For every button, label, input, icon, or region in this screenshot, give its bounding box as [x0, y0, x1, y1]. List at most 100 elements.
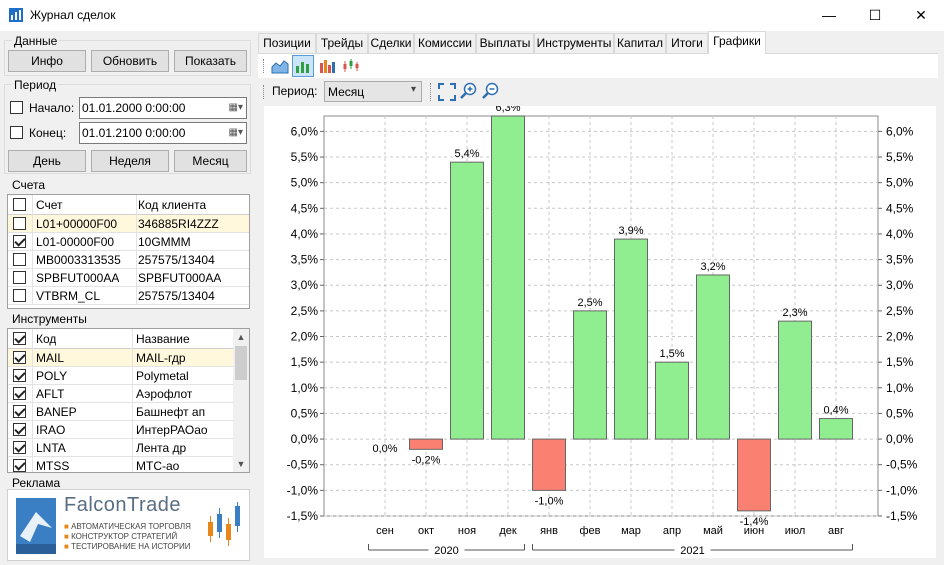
instrument-row[interactable]: AFLT Аэрофлот: [8, 385, 233, 403]
bar: [491, 115, 525, 440]
account-checkbox[interactable]: [13, 271, 26, 284]
calendar-dropdown-icon[interactable]: ▦▾: [229, 98, 243, 118]
instrument-row[interactable]: BANEP Башнефт ап: [8, 403, 233, 421]
instrument-checkbox[interactable]: [13, 387, 26, 400]
account-cell: MB0003313535: [36, 253, 121, 267]
name-column-header[interactable]: Название: [136, 330, 190, 348]
instruments-scrollbar[interactable]: ▲ ▼: [233, 329, 249, 472]
instrument-checkbox[interactable]: [13, 459, 26, 472]
month-button[interactable]: Месяц: [174, 150, 247, 172]
account-row[interactable]: MB0003313535 257575/13404: [8, 251, 249, 269]
ad-lines: ■ АВТОМАТИЧЕСКАЯ ТОРГОВЛЯ ■ КОНСТРУКТОР …: [64, 522, 191, 552]
x-tick-label: янв: [540, 525, 558, 537]
instrument-checkbox[interactable]: [13, 351, 26, 364]
start-label: Начало:: [29, 101, 75, 115]
instrument-checkbox[interactable]: [13, 441, 26, 454]
account-row[interactable]: VTBRM_CL 257575/13404: [8, 287, 249, 305]
tab-4[interactable]: Выплаты: [476, 33, 534, 53]
start-checkbox[interactable]: [10, 101, 23, 114]
monthly-returns-chart: 6,0% 6,0% 5,5% 5,5% 5,0% 5,0% 4,5% 4,5% 4,0% 4,0%…: [287, 102, 918, 557]
info-button[interactable]: Инфо: [8, 50, 86, 72]
instrument-checkbox[interactable]: [13, 423, 26, 436]
window-title: Журнал сделок: [30, 8, 116, 22]
account-checkbox[interactable]: [13, 253, 26, 266]
tab-3[interactable]: Комиссии: [414, 33, 476, 53]
end-date-field[interactable]: 01.01.2100 0:00:00 ▦▾: [79, 122, 247, 144]
select-all-instruments-checkbox[interactable]: [13, 332, 26, 345]
end-label: Конец:: [29, 126, 67, 140]
scroll-down-icon[interactable]: ▼: [233, 456, 249, 472]
y-tick-label-right: 5,5%: [886, 150, 914, 164]
refresh-button[interactable]: Обновить: [91, 50, 169, 72]
tab-1[interactable]: Трейды: [316, 33, 368, 53]
select-all-accounts-checkbox[interactable]: [13, 198, 26, 211]
maximize-button[interactable]: ☐: [852, 0, 898, 31]
period-select-label: Период:: [272, 84, 318, 98]
tab-5[interactable]: Инструменты: [534, 33, 614, 53]
instrument-checkbox[interactable]: [13, 405, 26, 418]
account-row[interactable]: L01+00000F00 346885RI4ZZZ: [8, 215, 249, 233]
period-select[interactable]: Месяц ▾: [324, 81, 422, 102]
client-cell: 10GMMM: [138, 235, 191, 249]
ad-banner[interactable]: FalconTrade ■ АВТОМАТИЧЕСКАЯ ТОРГОВЛЯ ■ …: [7, 489, 250, 561]
account-checkbox[interactable]: [13, 235, 26, 248]
multi-bar-chart-icon[interactable]: [319, 57, 337, 75]
instrument-row[interactable]: MAIL MAIL-гдр: [8, 349, 233, 367]
instruments-group-label: Инструменты: [12, 312, 87, 326]
show-button[interactable]: Показать: [174, 50, 247, 72]
y-tick-label-left: 4,0%: [291, 227, 319, 241]
minimize-button[interactable]: —: [806, 0, 852, 31]
account-checkbox[interactable]: [13, 289, 26, 302]
day-button[interactable]: День: [8, 150, 86, 172]
bar-value-label: 3,9%: [618, 225, 643, 237]
client-column-header[interactable]: Код клиента: [138, 196, 206, 214]
fit-all-icon[interactable]: [438, 83, 456, 101]
end-checkbox[interactable]: [10, 126, 23, 139]
instrument-row[interactable]: LNTA Лента др: [8, 439, 233, 457]
instrument-row[interactable]: POLY Polymetal: [8, 367, 233, 385]
instrument-row[interactable]: MTSS МТС-ао: [8, 457, 233, 472]
app-icon: [9, 8, 23, 22]
accounts-header: Счет Код клиента: [8, 195, 249, 215]
week-button[interactable]: Неделя: [91, 150, 169, 172]
instrument-row[interactable]: IRAO ИнтерРАОао: [8, 421, 233, 439]
scroll-up-icon[interactable]: ▲: [233, 329, 249, 345]
code-column-header[interactable]: Код: [36, 330, 56, 348]
y-tick-label-right: -0,5%: [886, 458, 918, 472]
close-button[interactable]: ✕: [898, 0, 944, 31]
zoom-in-icon[interactable]: [460, 82, 478, 100]
instrument-code-cell: POLY: [36, 369, 68, 383]
ad-line: ■ КОНСТРУКТОР СТРАТЕГИЙ: [64, 532, 178, 541]
bar-value-label: 1,5%: [659, 348, 684, 360]
instrument-name-cell: Polymetal: [136, 369, 189, 383]
bar: [696, 274, 730, 440]
tab-7[interactable]: Итоги: [666, 33, 708, 53]
y-tick-label-right: 4,0%: [886, 227, 914, 241]
y-tick-label-right: 5,0%: [886, 176, 914, 190]
tab-2[interactable]: Сделки: [368, 33, 414, 53]
instrument-name-cell: Аэрофлот: [136, 387, 193, 401]
x-tick-label: авг: [828, 525, 844, 537]
start-date-field[interactable]: 01.01.2000 0:00:00 ▦▾: [79, 97, 247, 119]
y-tick-label-left: 0,5%: [291, 406, 319, 420]
scroll-thumb[interactable]: [235, 346, 247, 380]
instrument-code-cell: IRAO: [36, 423, 66, 437]
area-chart-icon[interactable]: [271, 57, 289, 75]
account-cell: SPBFUT000AA: [36, 271, 120, 285]
account-row[interactable]: SPBFUT000AA SPBFUT000AA: [8, 269, 249, 287]
y-tick-label-left: 5,0%: [291, 176, 319, 190]
instrument-checkbox[interactable]: [13, 369, 26, 382]
chevron-down-icon: ▾: [410, 84, 416, 95]
tab-0[interactable]: Позиции: [258, 33, 316, 53]
account-checkbox[interactable]: [13, 217, 26, 230]
account-column-header[interactable]: Счет: [36, 196, 63, 214]
tab-8[interactable]: Графики: [708, 31, 766, 54]
instrument-code-cell: MAIL: [36, 351, 65, 365]
candlestick-chart-icon[interactable]: [342, 57, 360, 75]
calendar-dropdown-icon[interactable]: ▦▾: [229, 123, 243, 143]
zoom-out-icon[interactable]: [482, 82, 500, 100]
tab-6[interactable]: Капитал: [614, 33, 666, 53]
y-tick-label-left: 1,5%: [291, 355, 319, 369]
bar-chart-button[interactable]: [292, 55, 314, 77]
account-row[interactable]: L01-00000F00 10GMMM: [8, 233, 249, 251]
